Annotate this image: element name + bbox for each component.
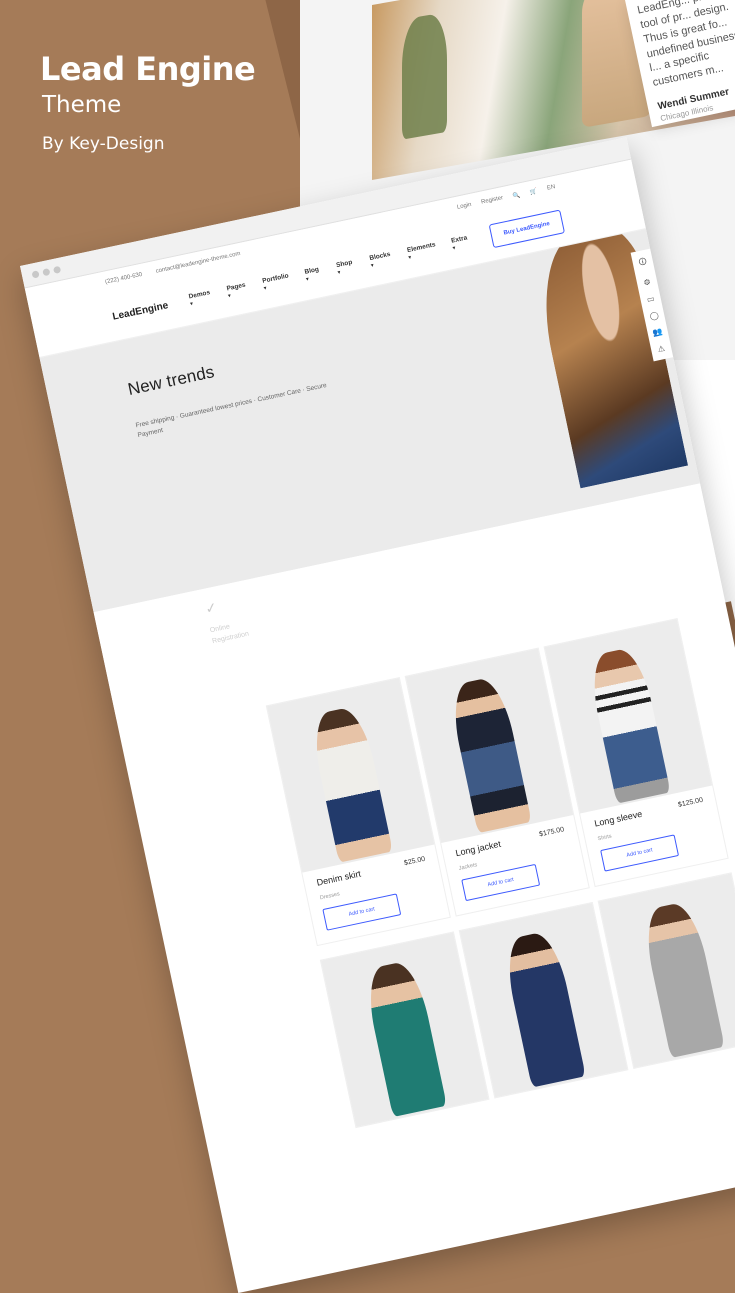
nav-item-pages[interactable]: Pages <box>226 281 249 299</box>
phone-link[interactable]: (222) 400-630 <box>105 272 143 286</box>
product-grid: Denim skirt $25.00 Dresses Add to cart L… <box>266 609 735 1127</box>
users-icon[interactable]: 👥 <box>652 327 664 338</box>
window-dot-icon <box>42 267 51 276</box>
testimonial-text: LeadEng... practical tool of pr... desig… <box>636 0 735 90</box>
banner-title: Lead Engine <box>40 50 256 88</box>
model-figure <box>639 899 725 1058</box>
banner-author: By Key-Design <box>42 134 165 154</box>
nav-item-blocks[interactable]: Blocks <box>369 251 394 269</box>
info-icon[interactable]: 🛈 <box>638 256 649 271</box>
window-dot-icon <box>31 269 40 279</box>
nav-item-extra[interactable]: Extra <box>451 234 471 251</box>
product-image[interactable] <box>544 619 713 814</box>
model-figure <box>307 704 393 863</box>
nav-item-demos[interactable]: Demos <box>188 289 213 307</box>
alert-icon[interactable]: ⚠ <box>657 344 666 354</box>
palm-tree-shape <box>402 11 447 140</box>
circle-icon[interactable]: ◯ <box>649 310 660 321</box>
search-icon[interactable]: 🔍 <box>512 191 521 199</box>
nav-item-blog[interactable]: Blog <box>304 266 323 283</box>
browser-mockup: (222) 400-630 contact@leadengine-theme.c… <box>20 137 735 1293</box>
product-image[interactable] <box>459 903 628 1098</box>
product-image[interactable] <box>320 932 489 1127</box>
buy-leadengine-button[interactable]: Buy LeadEngine <box>488 209 566 249</box>
check-icon: ✓ <box>203 598 219 617</box>
model-figure <box>500 929 586 1088</box>
product-card[interactable] <box>320 932 489 1127</box>
add-to-cart-button[interactable]: Add to cart <box>322 893 402 931</box>
banner-subtitle: Theme <box>42 92 122 118</box>
settings-icon[interactable]: ⚙ <box>643 277 652 287</box>
model-figure <box>446 675 532 834</box>
window-dot-icon <box>52 265 62 274</box>
nav-item-shop[interactable]: Shop <box>336 259 356 276</box>
model-figure <box>361 958 447 1118</box>
add-to-cart-button[interactable]: Add to cart <box>461 863 541 902</box>
feature-text: Online Registration <box>209 619 250 647</box>
model-figure <box>585 645 671 804</box>
register-link[interactable]: Register <box>481 195 504 206</box>
nav-item-portfolio[interactable]: Portfolio <box>262 272 292 291</box>
product-image[interactable] <box>266 678 435 873</box>
add-to-cart-button[interactable]: Add to cart <box>600 834 680 872</box>
site-logo[interactable]: LeadEngine <box>111 300 169 323</box>
login-link[interactable]: Login <box>456 201 472 211</box>
book-icon[interactable]: ▭ <box>646 294 655 304</box>
language-selector[interactable]: EN <box>546 184 556 193</box>
product-card[interactable] <box>459 903 628 1098</box>
hero-heading: New trends <box>126 362 217 400</box>
nav-item-elements[interactable]: Elements <box>406 241 437 261</box>
product-image[interactable] <box>405 648 574 844</box>
cart-icon[interactable]: 🛒 <box>529 187 538 195</box>
